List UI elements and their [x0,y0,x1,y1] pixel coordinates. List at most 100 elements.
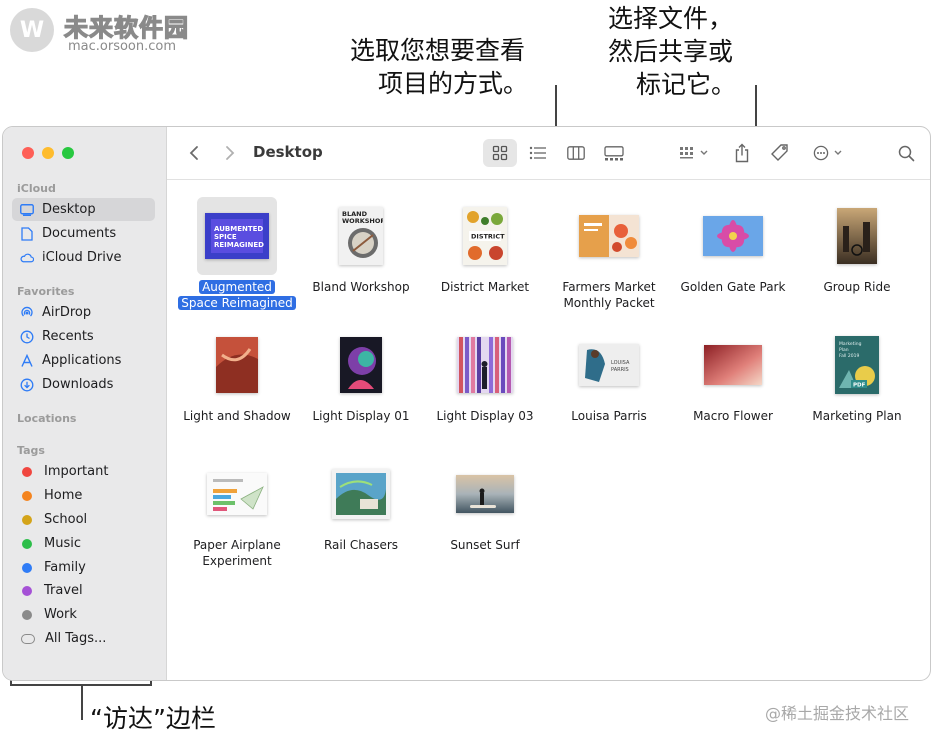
sidebar-tag-important[interactable]: Important [12,460,155,483]
gallery-view-button[interactable] [597,139,631,167]
airdrop-icon [20,306,34,320]
file-label: Light Display 03 [420,408,550,424]
toolbar: Desktop [167,127,930,180]
file-item-light-and-shadow[interactable]: Light and Shadow [177,326,297,446]
sidebar-item-downloads[interactable]: Downloads [12,373,155,396]
sidebar-item-label: Family [44,560,86,575]
file-label-line1: Louisa Parris [571,409,647,423]
group-by-button[interactable] [673,139,713,167]
file-thumbnail-frame [321,326,401,404]
file-item-macro-flower[interactable]: Macro Flower [673,326,793,446]
district-market-thumbnail-icon: DISTRICT [463,207,507,265]
zoom-window-button[interactable] [62,147,74,159]
callout-view-line2: 项目的方式。 [378,69,529,98]
tag-button[interactable] [765,139,795,167]
applications-icon [20,353,34,368]
sidebar-tag-music[interactable]: Music [12,532,155,555]
grid-icon [492,145,508,161]
file-thumbnail-frame [693,197,773,275]
bland-workshop-thumbnail-icon: BLANDWORKSHOP [339,207,383,265]
minimize-window-button[interactable] [42,147,54,159]
chevron-down-icon [834,150,841,155]
column-view-button[interactable] [559,139,593,167]
share-button[interactable] [727,139,757,167]
window-title: Desktop [253,143,323,161]
light-display-01-thumbnail-icon [340,337,382,393]
ellipsis-circle-icon [813,145,828,161]
file-thumbnail-frame [321,455,401,533]
sidebar-item-applications[interactable]: Applications [12,349,155,372]
sidebar-item-label: Downloads [42,377,114,392]
file-thumbnail-frame: DISTRICT [445,197,525,275]
sidebar-item-label: Desktop [42,202,96,217]
file-item-sunset-surf[interactable]: Sunset Surf [425,455,545,575]
file-item-bland-workshop[interactable]: BLAND WORKSHOP Bland Workshop [301,197,421,317]
download-icon [20,378,34,392]
file-label-line1: Group Ride [823,280,891,294]
file-label: Light and Shadow [172,408,302,424]
callout-share-line2: 然后共享或 [608,37,734,66]
file-label-line1: Macro Flower [693,409,773,423]
svg-text:Marketing: Marketing [839,341,862,347]
file-item-light-display-03[interactable]: Light Display 03 [425,326,545,446]
marketing-plan-thumbnail-icon: MarketingPlanFall 2019 PDF [835,336,879,394]
icon-view-button[interactable] [483,139,517,167]
more-actions-button[interactable] [807,139,847,167]
svg-text:DISTRICT: DISTRICT [471,233,505,241]
file-item-marketing-plan[interactable]: Marketing Plan Fall 2019 PDF Marketing Plan [797,326,917,446]
cloud-icon [20,251,34,265]
list-view-button[interactable] [521,139,555,167]
sidebar-item-desktop[interactable]: Desktop [12,198,155,221]
tag-dot-icon [22,490,32,501]
clock-icon [20,330,34,344]
sidebar-item-recents[interactable]: Recents [12,325,155,348]
file-item-light-display-01[interactable]: Light Display 01 [301,326,421,446]
sidebar-tag-family[interactable]: Family [12,556,155,579]
file-item-augmented[interactable]: AUBMENTED SPICE REIMAGINED Augmented Space … [177,197,297,317]
logo-badge-icon: W [10,8,54,52]
sidebar-item-icloud-drive[interactable]: iCloud Drive [12,246,155,269]
file-thumbnail-frame [693,326,773,404]
site-logo: W 未来软件园 mac.orsoon.com [8,6,218,56]
search-button[interactable] [891,139,921,167]
forward-button[interactable] [219,139,241,167]
file-label-line2: Experiment [202,554,272,568]
watermark: @稀土掘金技术社区 [764,704,909,723]
sidebar-tag-work[interactable]: Work [12,603,155,626]
file-item-paper-airplane[interactable]: Paper Airplane Experiment [177,455,297,575]
sidebar-item-label: Recents [42,329,94,344]
sidebar-all-tags[interactable]: All Tags... [12,627,155,650]
sidebar-item-documents[interactable]: Documents [12,222,155,245]
document-icon [20,226,34,241]
back-button[interactable] [183,139,205,167]
file-label: District Market [420,279,550,295]
chevron-down-icon [700,150,707,155]
tag-dot-icon [22,538,32,549]
tag-dot-icon [22,609,32,620]
svg-text:WORKSHOP: WORKSHOP [342,217,383,225]
share-icon [735,143,749,163]
file-thumbnail-frame [569,197,649,275]
file-label: Light Display 01 [296,408,426,424]
file-thumbnail-frame: Marketing Plan Fall 2019 PDF [817,326,897,404]
sidebar-tag-school[interactable]: School [12,508,155,531]
file-item-louisa-parris[interactable]: LOUISA PARRIS Louisa Parris [549,326,669,446]
file-label: Bland Workshop [296,279,426,295]
file-item-rail-chasers[interactable]: Rail Chasers [301,455,421,575]
augmented-thumb-text: AUBMENTED [214,225,263,233]
file-item-group-ride[interactable]: Group Ride [797,197,917,317]
svg-text:PARRIS: PARRIS [611,367,629,373]
file-label-line1: Rail Chasers [323,538,399,552]
sidebar-tag-home[interactable]: Home [12,484,155,507]
svg-text:Plan: Plan [839,347,849,353]
callout-line-sidebar [81,684,83,720]
close-window-button[interactable] [22,147,34,159]
file-item-district-market[interactable]: DISTRICT District Market [425,197,545,317]
file-item-farmers-market[interactable]: Farmers Market Monthly Packet [549,197,669,317]
tag-dot-icon [22,585,32,596]
sidebar-tag-travel[interactable]: Travel [12,579,155,602]
svg-text:SPICE: SPICE [214,233,237,241]
file-item-golden-gate-park[interactable]: Golden Gate Park [673,197,793,317]
file-label: Paper Airplane Experiment [172,537,302,569]
sidebar-item-airdrop[interactable]: AirDrop [12,301,155,324]
